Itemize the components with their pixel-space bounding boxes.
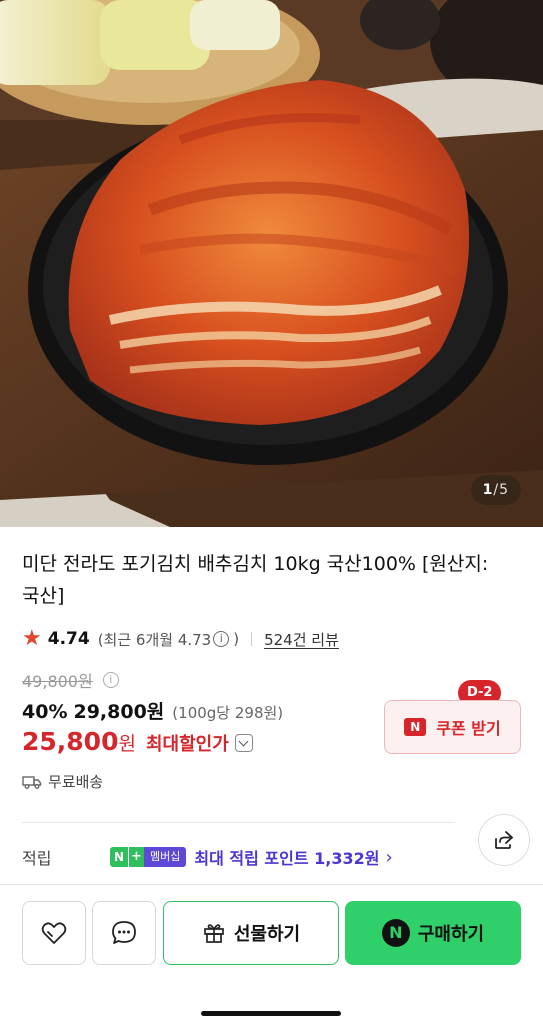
discount-rate: 40% xyxy=(22,701,68,723)
recent-rating: (최근 6개월 4.73 xyxy=(97,630,212,649)
naver-n-badge: N xyxy=(110,847,128,867)
final-currency: 원 xyxy=(118,733,136,755)
membership-text: 멤버십 xyxy=(144,847,187,867)
membership-badge: N + 멤버십 xyxy=(110,847,187,867)
bottom-action-bar: 선물하기 N 구매하기 xyxy=(0,884,543,1024)
discount-price: 29,800원 xyxy=(73,701,165,723)
final-price: 25,800 xyxy=(22,727,119,756)
product-title: 미단 전라도 포기김치 배추김치 10kg 국산100% [원산지:국산] xyxy=(22,553,489,607)
gift-icon xyxy=(204,924,224,943)
rating-row: ★ 4.74 (최근 6개월 4.73 i ) 524건 리뷰 xyxy=(22,625,339,653)
product-image[interactable]: 1/5 xyxy=(0,0,543,527)
chat-icon xyxy=(112,921,136,944)
gift-button[interactable]: 선물하기 xyxy=(163,901,339,965)
plus-badge: + xyxy=(128,847,144,867)
truck-icon xyxy=(22,775,42,789)
shipping-row: 무료배송 xyxy=(22,771,103,792)
section-divider xyxy=(22,822,455,823)
home-indicator xyxy=(201,1011,341,1016)
original-price: 49,800원 xyxy=(22,672,93,691)
discount-row: 40% 29,800원 (100g당 298원) xyxy=(22,697,283,724)
wishlist-button[interactable] xyxy=(22,901,86,965)
recent-rating-close: ) xyxy=(233,630,240,648)
final-price-row: 25,800 원 최대할인가 xyxy=(22,727,253,756)
chat-button[interactable] xyxy=(92,901,156,965)
coupon-button[interactable]: N 쿠폰 받기 xyxy=(384,700,521,754)
naver-pay-icon: N xyxy=(381,919,410,947)
chevron-right-icon: › xyxy=(385,846,393,868)
star-icon: ★ xyxy=(22,626,42,651)
share-icon xyxy=(495,831,513,849)
page-total: 5 xyxy=(499,482,509,498)
buy-label: 구매하기 xyxy=(417,924,485,945)
heart-icon xyxy=(41,922,67,944)
max-discount-label: 최대할인가 xyxy=(145,734,229,755)
naver-n-icon: N xyxy=(404,718,427,736)
divider xyxy=(251,632,253,646)
image-page-indicator: 1/5 xyxy=(470,475,521,505)
rating-score: 4.74 xyxy=(47,629,90,649)
page-current: 1 xyxy=(482,482,494,498)
points-label: 적립 xyxy=(22,849,52,868)
buy-button[interactable]: N 구매하기 xyxy=(345,901,521,965)
shipping-text: 무료배송 xyxy=(48,773,104,791)
gift-label: 선물하기 xyxy=(233,924,301,945)
price-info-icon[interactable]: i xyxy=(102,672,119,688)
share-button[interactable] xyxy=(478,814,530,866)
kimchi-photo xyxy=(0,0,543,527)
review-count-link[interactable]: 524건 리뷰 xyxy=(264,629,339,650)
info-icon[interactable]: i xyxy=(213,631,230,647)
max-points-text: 최대 적립 포인트 1,332원 xyxy=(194,849,380,868)
original-price-row: 49,800원 i xyxy=(22,668,119,692)
chevron-down-icon[interactable] xyxy=(234,734,253,752)
coupon-label: 쿠폰 받기 xyxy=(436,719,501,738)
unit-price: (100g당 298원) xyxy=(172,704,284,722)
points-row[interactable]: 적립 N + 멤버십 최대 적립 포인트 1,332원 › xyxy=(22,843,393,871)
